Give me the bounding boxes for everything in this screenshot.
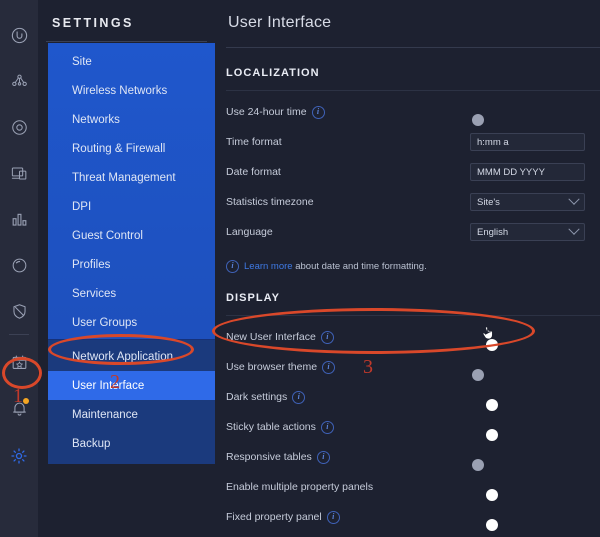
settings-menu: Site Wireless Networks Networks Routing … — [48, 43, 249, 464]
toggle-knob — [485, 428, 498, 441]
row-statistics-timezone: Statistics timezone Site's — [215, 187, 600, 217]
sidebar-item-dpi[interactable]: DPI — [48, 192, 215, 221]
sidebar-item-threat-management[interactable]: Threat Management — [48, 163, 215, 192]
statistics-timezone-value: Site's — [477, 196, 500, 208]
rail-divider — [9, 334, 29, 335]
row-time-format: Time format h:mm a — [215, 127, 600, 157]
row-use-browser-theme: Use browser theme i — [215, 352, 600, 382]
learn-more-note: i Learn more about date and time formatt… — [215, 247, 600, 273]
clients-icon[interactable] — [0, 246, 38, 284]
localization-heading: LOCALIZATION — [226, 67, 320, 79]
unifi-settings-screen: SETTINGS Site Wireless Networks Networks… — [0, 0, 600, 537]
label-use-browser-theme: Use browser theme i — [226, 360, 336, 374]
row-responsive-tables: Responsive tables i — [215, 442, 600, 472]
label-fixed-property-panel: Fixed property panel i — [226, 510, 340, 524]
sidebar-item-maintenance[interactable]: Maintenance — [48, 400, 215, 429]
sidebar-item-guest-control[interactable]: Guest Control — [48, 221, 215, 250]
alerts-badge-dot — [23, 398, 29, 404]
statistics-icon[interactable] — [0, 200, 38, 238]
settings-menu-secondary-group: Network Application User Interface Maint… — [48, 340, 249, 464]
row-new-user-interface: New User Interface i — [215, 322, 600, 352]
info-icon[interactable]: i — [320, 330, 334, 344]
chevron-down-icon — [568, 223, 580, 235]
label-statistics-timezone: Statistics timezone — [226, 196, 314, 208]
settings-gear-icon[interactable] — [0, 437, 38, 475]
info-icon[interactable]: i — [322, 360, 336, 374]
row-dark-settings: Dark settings i — [215, 382, 600, 412]
insights-calendar-icon[interactable] — [0, 343, 38, 381]
sidebar-item-services[interactable]: Services — [48, 279, 215, 308]
chevron-down-icon — [568, 193, 580, 205]
toggle-knob — [471, 113, 484, 126]
sidebar-item-routing-firewall[interactable]: Routing & Firewall — [48, 134, 215, 163]
row-enable-multiple-property-panels: Enable multiple property panels — [215, 472, 600, 502]
settings-menu-primary-group: Site Wireless Networks Networks Routing … — [48, 43, 215, 339]
language-select[interactable]: English — [470, 223, 585, 241]
display-heading: DISPLAY — [226, 292, 281, 304]
sidebar-item-user-groups[interactable]: User Groups — [48, 308, 215, 337]
toggle-knob — [485, 398, 498, 411]
sidebar-item-networks[interactable]: Networks — [48, 105, 215, 134]
row-use-24-hour-time: Use 24-hour time i — [215, 97, 600, 127]
label-date-format: Date format — [226, 166, 281, 178]
info-icon: i — [226, 260, 239, 273]
label-responsive-tables: Responsive tables i — [226, 450, 330, 464]
row-language: Language English — [215, 217, 600, 247]
info-icon[interactable]: i — [311, 105, 325, 119]
label-dark-settings: Dark settings i — [226, 390, 306, 404]
label-new-user-interface: New User Interface i — [226, 330, 334, 344]
row-fixed-property-panel: Fixed property panel i — [215, 502, 600, 532]
info-icon[interactable]: i — [292, 390, 306, 404]
toggle-knob — [485, 488, 498, 501]
display-divider — [226, 315, 600, 316]
sidebar-item-wireless-networks[interactable]: Wireless Networks — [48, 76, 215, 105]
wifi-circle-icon[interactable] — [0, 108, 38, 146]
sidebar-item-profiles[interactable]: Profiles — [48, 250, 215, 279]
localization-divider — [226, 90, 600, 91]
label-language: Language — [226, 226, 273, 238]
row-date-format: Date format MMM DD YYYY — [215, 157, 600, 187]
language-value: English — [477, 226, 509, 238]
toggle-knob — [485, 518, 498, 531]
label-use-24-hour-time: Use 24-hour time i — [226, 105, 325, 119]
time-format-input[interactable]: h:mm a — [470, 133, 585, 151]
main-panel: User Interface LOCALIZATION Use 24-hour … — [215, 0, 600, 537]
toggle-knob — [471, 368, 484, 381]
alerts-bell-icon[interactable] — [0, 389, 38, 427]
toggle-knob — [485, 338, 498, 351]
statistics-timezone-select[interactable]: Site's — [470, 193, 585, 211]
sidebar-item-backup[interactable]: Backup — [48, 429, 215, 458]
sidebar-item-site[interactable]: Site — [48, 47, 215, 76]
learn-more-link[interactable]: Learn more — [244, 261, 293, 272]
shield-icon[interactable] — [0, 292, 38, 330]
left-icon-rail — [0, 0, 38, 537]
label-enable-multiple-property-panels: Enable multiple property panels — [226, 481, 374, 493]
page-title: User Interface — [228, 14, 332, 31]
settings-title: SETTINGS — [52, 16, 134, 30]
date-format-input[interactable]: MMM DD YYYY — [470, 163, 585, 181]
settings-sidebar: SETTINGS Site Wireless Networks Networks… — [38, 0, 249, 537]
learn-more-text: about date and time formatting. — [295, 261, 427, 272]
info-icon[interactable]: i — [326, 510, 340, 524]
devices-icon[interactable] — [0, 154, 38, 192]
topology-icon[interactable] — [0, 62, 38, 100]
label-sticky-table-actions: Sticky table actions i — [226, 420, 334, 434]
settings-title-divider — [46, 41, 207, 42]
label-time-format: Time format — [226, 136, 282, 148]
unifi-logo-icon[interactable] — [0, 16, 38, 54]
row-sticky-table-actions: Sticky table actions i — [215, 412, 600, 442]
sidebar-item-network-application[interactable]: Network Application — [48, 342, 215, 371]
info-icon[interactable]: i — [320, 420, 334, 434]
info-icon[interactable]: i — [316, 450, 330, 464]
toggle-knob — [471, 458, 484, 471]
